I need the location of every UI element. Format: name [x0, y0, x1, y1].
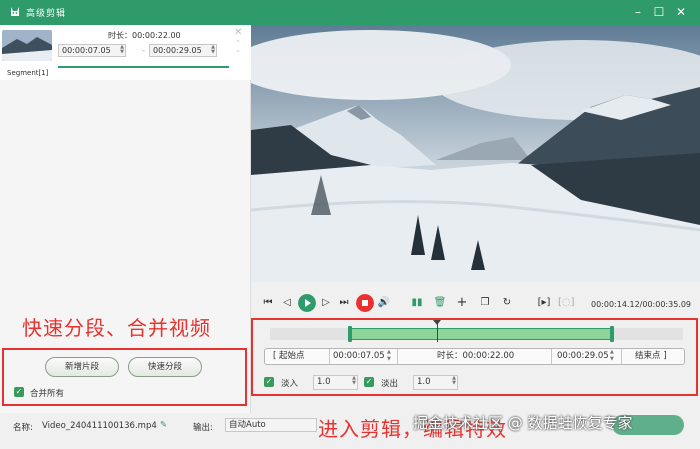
range-separator: - [142, 46, 145, 55]
app-logo-icon [11, 7, 19, 16]
output-label: 输出: [193, 423, 213, 433]
trim-row: [ 起始点 00:00:07.05 ▲ ▼ 时长：00:00:22.00 00:0… [264, 348, 685, 365]
divider [551, 349, 552, 364]
output-select[interactable]: 自动Auto [225, 418, 317, 432]
skip-to-start-icon[interactable]: ⏮ [261, 296, 275, 310]
segment-item[interactable]: Segment[1] 时长：00:00:22.00 00:00:07.05 ▲ ▼… [0, 25, 251, 80]
trim-start-handle[interactable] [348, 326, 352, 342]
segment-end-field[interactable]: 00:00:29.05 ▲ ▼ [149, 44, 217, 57]
previous-frame-icon[interactable]: ◁ [280, 296, 294, 310]
volume-icon[interactable]: 🔊 [377, 296, 391, 310]
fade-out-field[interactable]: 1.0 ▲ ▼ [413, 375, 458, 390]
spinner-icon[interactable]: ▲ ▼ [452, 376, 456, 386]
divider [397, 349, 398, 364]
spinner-icon[interactable]: ▲ ▼ [352, 376, 356, 386]
timeline-selection[interactable] [350, 328, 613, 340]
add-icon[interactable]: + [455, 296, 469, 310]
start-point-button[interactable]: [ 起始点 [273, 349, 305, 364]
file-name: Video_240411100136.mp4 [42, 421, 157, 431]
merge-all-label: 合并所有 [30, 389, 65, 399]
trim-end-handle[interactable] [610, 326, 614, 342]
fade-out-value: 1.0 [417, 377, 431, 387]
stop-icon[interactable] [356, 294, 374, 312]
spinner-icon[interactable]: ▲ ▼ [120, 45, 124, 55]
reset-icon[interactable]: ↻ [500, 296, 514, 310]
trim-duration: 时长：00:00:22.00 [437, 351, 515, 361]
next-frame-icon[interactable]: ▷ [319, 296, 333, 310]
trim-start-time[interactable]: 00:00:07.05 [333, 349, 385, 364]
segment-start-value: 00:00:07.05 [62, 46, 111, 55]
mark-in-icon[interactable]: [▸] [537, 296, 551, 310]
minimize-icon[interactable]: – [630, 4, 646, 20]
end-point-button[interactable]: 结束点 ] [635, 349, 667, 364]
snapshot-icon[interactable]: [◌] [558, 296, 575, 310]
fade-in-field[interactable]: 1.0 ▲ ▼ [313, 375, 358, 390]
quick-split-button[interactable]: 快速分段 [128, 357, 202, 377]
play-icon[interactable] [298, 294, 316, 312]
edit-name-icon[interactable]: ✎ [160, 420, 167, 430]
fade-out-label: 淡出 [381, 379, 399, 389]
segment-progress-bar [58, 66, 229, 68]
fade-in-value: 1.0 [317, 377, 331, 387]
fade-in-label: 淡入 [281, 379, 299, 389]
maximize-icon[interactable]: ☐ [651, 4, 667, 20]
playhead-marker-icon[interactable] [433, 320, 441, 325]
segment-end-value: 00:00:29.05 [153, 46, 202, 55]
playback-time: 00:00:14.12/00:00:35.09 [591, 300, 691, 309]
title-bar: 高级剪辑 – ☐ ✕ [0, 0, 700, 25]
segment-duration: 时长：00:00:22.00 [108, 31, 181, 40]
spinner-icon[interactable]: ▲ ▼ [387, 349, 391, 364]
divider [621, 349, 622, 364]
trim-end-time[interactable]: 00:00:29.05 [557, 349, 609, 364]
close-icon[interactable]: ✕ [673, 4, 689, 20]
fade-in-checkbox[interactable]: ✓ [264, 377, 274, 387]
delete-segment-icon[interactable]: ✕ [234, 27, 242, 38]
merge-all-checkbox[interactable]: ✓ [14, 387, 24, 397]
divider [329, 349, 330, 364]
skip-to-end-icon[interactable]: ⏭ [337, 296, 351, 310]
window-title: 高级剪辑 [26, 9, 67, 19]
split-icon[interactable]: ▮▮ [410, 296, 424, 310]
segment-start-field[interactable]: 00:00:07.05 ▲ ▼ [58, 44, 126, 57]
fade-out-checkbox[interactable]: ✓ [364, 377, 374, 387]
spinner-icon[interactable]: ▲ ▼ [610, 349, 614, 364]
delete-icon[interactable]: 🗑 [433, 296, 447, 310]
annotation-left: 快速分段、合并视频 [22, 316, 211, 340]
reorder-icon[interactable]: ⌃ ⌄ [235, 40, 241, 54]
name-label: 名称: [13, 423, 33, 433]
video-preview [251, 25, 700, 282]
watermark: 掘金技术社区 @ 数据蛙恢复专家 [413, 414, 633, 432]
new-segment-button[interactable]: 新增片段 [45, 357, 119, 377]
segment-thumbnail [2, 30, 52, 61]
segment-label: Segment[1] [7, 69, 49, 77]
copy-icon[interactable]: ❐ [478, 296, 492, 310]
spinner-icon[interactable]: ▲ ▼ [211, 45, 215, 55]
